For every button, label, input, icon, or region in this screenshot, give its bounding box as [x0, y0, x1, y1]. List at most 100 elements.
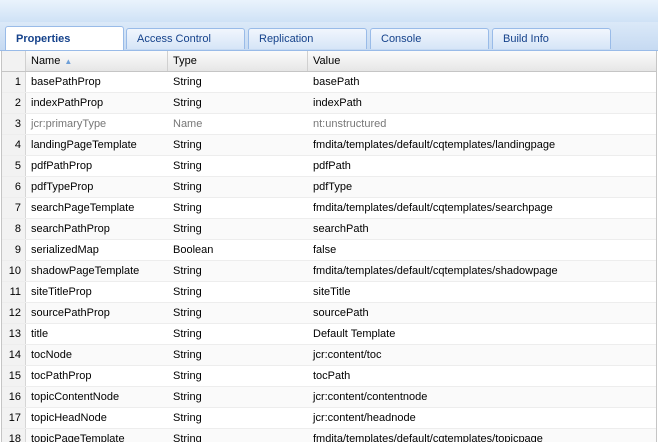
property-value: indexPath	[313, 97, 362, 109]
grid-body: 1 basePathProp String basePath 2 indexPathPro…	[2, 72, 656, 442]
table-row[interactable]: 8 searchPathProp String searchPath	[2, 219, 656, 240]
table-row[interactable]: 5 pdfPathProp String pdfPath	[2, 156, 656, 177]
property-type: String	[173, 328, 202, 340]
top-toolbar	[0, 0, 658, 23]
property-name: tocNode	[31, 349, 72, 361]
property-value: fmdita/templates/default/cqtemplates/sha…	[313, 265, 558, 277]
sort-ascending-icon: ▲	[64, 57, 73, 66]
table-row[interactable]: 2 indexPathProp String indexPath	[2, 93, 656, 114]
property-name: jcr:primaryType	[31, 118, 107, 130]
property-name: searchPathProp	[31, 223, 110, 235]
tab-access-control[interactable]: Access Control	[126, 28, 245, 49]
property-value: basePath	[313, 76, 360, 88]
table-row[interactable]: 10 shadowPageTemplate String fmdita/templat…	[2, 261, 656, 282]
property-type: String	[173, 76, 202, 88]
row-number: 4	[2, 135, 26, 155]
row-number: 8	[2, 219, 26, 239]
row-number: 12	[2, 303, 26, 323]
property-type: String	[173, 265, 202, 277]
table-row[interactable]: 4 landingPageTemplate String fmdita/templat…	[2, 135, 656, 156]
row-number-header	[2, 51, 26, 71]
property-type: String	[173, 412, 202, 424]
tab-console[interactable]: Console	[370, 28, 489, 49]
property-value: fmdita/templates/default/cqtemplates/lan…	[313, 139, 556, 151]
property-value: Default Template	[313, 328, 396, 340]
table-row[interactable]: 16 topicContentNode String jcr:content/cont…	[2, 387, 656, 408]
table-row[interactable]: 9 serializedMap Boolean false	[2, 240, 656, 261]
tab-replication[interactable]: Replication	[248, 28, 367, 49]
row-number: 16	[2, 387, 26, 407]
table-row[interactable]: 13 title String Default Template	[2, 324, 656, 345]
property-type: String	[173, 391, 202, 403]
property-value: nt:unstructured	[313, 118, 387, 130]
column-header-name-label: Name	[31, 55, 61, 67]
table-row[interactable]: 6 pdfTypeProp String pdfType	[2, 177, 656, 198]
column-header-type[interactable]: Type	[168, 51, 308, 71]
property-value: tocPath	[313, 370, 351, 382]
row-number: 6	[2, 177, 26, 197]
row-number: 9	[2, 240, 26, 260]
property-type: String	[173, 223, 202, 235]
property-type: String	[173, 307, 202, 319]
row-number: 5	[2, 156, 26, 176]
property-name: basePathProp	[31, 76, 101, 88]
property-name: indexPathProp	[31, 97, 104, 109]
table-row[interactable]: 11 siteTitleProp String siteTitle	[2, 282, 656, 303]
property-value: searchPath	[313, 223, 369, 235]
property-value: jcr:content/contentnode	[313, 391, 428, 403]
row-number: 3	[2, 114, 26, 134]
row-number: 7	[2, 198, 26, 218]
row-number: 13	[2, 324, 26, 344]
grid-header: Name ▲ Type Value	[2, 51, 656, 72]
property-type: String	[173, 349, 202, 361]
property-value: sourcePath	[313, 307, 369, 319]
table-row[interactable]: 15 tocPathProp String tocPath	[2, 366, 656, 387]
table-row[interactable]: 1 basePathProp String basePath	[2, 72, 656, 93]
property-name: topicHeadNode	[31, 412, 107, 424]
tab-strip: Properties Access Control Replication Co…	[0, 22, 658, 51]
property-value: fmdita/templates/default/cqtemplates/top…	[313, 433, 543, 442]
column-header-value[interactable]: Value	[308, 51, 656, 71]
property-type: String	[173, 160, 202, 172]
row-number: 2	[2, 93, 26, 113]
table-row[interactable]: 12 sourcePathProp String sourcePath	[2, 303, 656, 324]
property-type: String	[173, 202, 202, 214]
row-number: 18	[2, 429, 26, 442]
property-type: String	[173, 139, 202, 151]
table-row[interactable]: 3 jcr:primaryType Name nt:unstructured	[2, 114, 656, 135]
property-value: jcr:content/toc	[313, 349, 382, 361]
property-type: Boolean	[173, 244, 214, 256]
property-name: landingPageTemplate	[31, 139, 137, 151]
column-header-name[interactable]: Name ▲	[26, 51, 168, 71]
row-number: 14	[2, 345, 26, 365]
row-number: 11	[2, 282, 26, 302]
tab-properties[interactable]: Properties	[5, 26, 124, 50]
property-name: pdfPathProp	[31, 160, 93, 172]
property-type: String	[173, 433, 202, 442]
property-name: title	[31, 328, 49, 340]
property-value: fmdita/templates/default/cqtemplates/sea…	[313, 202, 553, 214]
property-name: topicContentNode	[31, 391, 120, 403]
row-number: 10	[2, 261, 26, 281]
property-value: jcr:content/headnode	[313, 412, 416, 424]
property-name: siteTitleProp	[31, 286, 92, 298]
property-type: String	[173, 286, 202, 298]
property-name: topicPageTemplate	[31, 433, 125, 442]
row-number: 15	[2, 366, 26, 386]
row-number: 17	[2, 408, 26, 428]
property-name: tocPathProp	[31, 370, 92, 382]
property-type: String	[173, 370, 202, 382]
property-value: pdfType	[313, 181, 353, 193]
property-name: shadowPageTemplate	[31, 265, 140, 277]
property-type: String	[173, 181, 202, 193]
property-type: String	[173, 97, 202, 109]
tab-build-info[interactable]: Build Info	[492, 28, 611, 49]
property-value: siteTitle	[313, 286, 351, 298]
table-row[interactable]: 7 searchPageTemplate String fmdita/template…	[2, 198, 656, 219]
table-row[interactable]: 14 tocNode String jcr:content/toc	[2, 345, 656, 366]
table-row[interactable]: 17 topicHeadNode String jcr:content/headnod…	[2, 408, 656, 429]
property-name: searchPageTemplate	[31, 202, 135, 214]
property-name: serializedMap	[31, 244, 99, 256]
property-type: Name	[173, 118, 203, 130]
table-row[interactable]: 18 topicPageTemplate String fmdita/template…	[2, 429, 656, 442]
